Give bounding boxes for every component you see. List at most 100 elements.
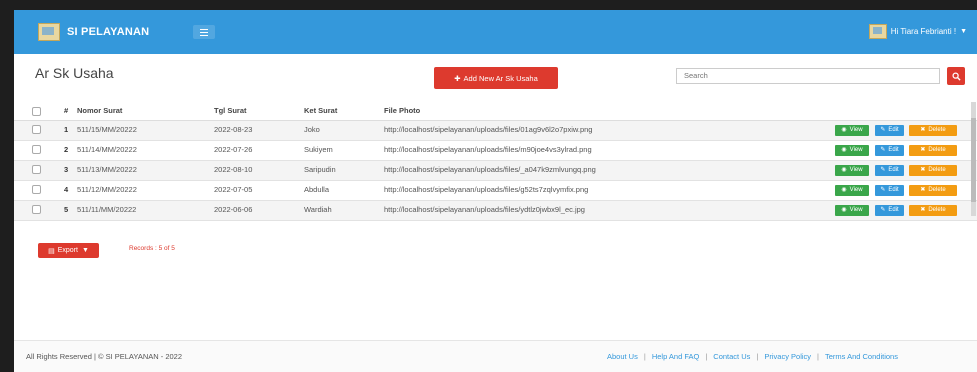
header-ket-surat[interactable]: Ket Surat	[304, 102, 337, 120]
file-photo-link[interactable]: http://localhost/sipelayanan/uploads/fil…	[384, 161, 596, 179]
delete-button[interactable]: ✖ Delete	[909, 165, 957, 176]
search-icon	[951, 71, 961, 81]
scrollbar-thumb[interactable]	[971, 118, 976, 202]
file-photo-link[interactable]: http://localhost/sipelayanan/uploads/fil…	[384, 181, 588, 199]
export-icon: ▤	[48, 247, 55, 255]
ket-surat: Saripudin	[304, 165, 336, 174]
close-icon: ✖	[920, 147, 926, 153]
brand-name: SI PELAYANAN	[67, 26, 150, 38]
search-input[interactable]	[676, 68, 940, 84]
menu-toggle-button[interactable]	[193, 25, 216, 39]
row-checkbox[interactable]	[32, 185, 41, 194]
ket-surat: Wardiah	[304, 205, 332, 214]
user-greeting: Hi Tiara Febrianti !	[890, 27, 957, 36]
edit-button[interactable]: ✎ Edit	[875, 185, 904, 196]
nomor-surat: 511/11/MM/20222	[77, 205, 137, 214]
file-photo-link[interactable]: http://localhost/sipelayanan/uploads/fil…	[384, 201, 585, 219]
edit-icon: ✎	[880, 147, 886, 153]
nomor-surat: 511/12/MM/20222	[77, 185, 137, 194]
search-button[interactable]	[947, 67, 965, 85]
header-num: #	[64, 106, 69, 115]
chevron-down-icon: ▼	[81, 247, 89, 254]
tgl-surat: 2022-07-05	[214, 185, 253, 194]
table-header: # Nomor Surat Tgl Surat Ket Surat File P…	[14, 102, 977, 121]
row-number: 4	[64, 185, 69, 194]
ket-surat: Abdulla	[304, 185, 330, 194]
delete-button[interactable]: ✖ Delete	[909, 185, 957, 196]
edit-button[interactable]: ✎ Edit	[875, 125, 904, 136]
header-tgl-surat[interactable]: Tgl Surat	[214, 102, 247, 120]
footer-link-privacy[interactable]: Privacy Policy	[764, 352, 811, 361]
view-button[interactable]: ◉ View	[835, 145, 869, 156]
eye-icon: ◉	[841, 187, 847, 193]
edit-button[interactable]: ✎ Edit	[875, 165, 904, 176]
row-number: 1	[64, 125, 69, 134]
app-logo-icon	[38, 23, 60, 41]
app-window: SI PELAYANAN Hi Tiara Febrianti ! ▼ Ar S…	[14, 10, 977, 372]
user-menu[interactable]: Hi Tiara Febrianti ! ▼	[868, 24, 967, 39]
tgl-surat: 2022-07-26	[214, 145, 253, 154]
hamburger-icon	[200, 28, 209, 30]
footer-link-contact[interactable]: Contact Us	[713, 352, 750, 361]
page-header: Ar Sk Usaha ✚ Add New Ar Sk Usaha	[14, 54, 977, 99]
view-button[interactable]: ◉ View	[835, 165, 869, 176]
view-button[interactable]: ◉ View	[835, 185, 869, 196]
row-number: 5	[64, 205, 69, 214]
tgl-surat: 2022-08-23	[214, 125, 253, 134]
edit-icon: ✎	[880, 127, 886, 133]
row-checkbox[interactable]	[32, 125, 41, 134]
file-photo-link[interactable]: http://localhost/sipelayanan/uploads/fil…	[384, 141, 592, 159]
tgl-surat: 2022-06-06	[214, 205, 253, 214]
header-nomor-surat[interactable]: Nomor Surat	[77, 102, 122, 120]
delete-button[interactable]: ✖ Delete	[909, 205, 957, 216]
file-photo-link[interactable]: http://localhost/sipelayanan/uploads/fil…	[384, 121, 592, 139]
table-scrollbar[interactable]	[971, 102, 976, 216]
brand[interactable]: SI PELAYANAN	[38, 23, 149, 41]
close-icon: ✖	[920, 127, 926, 133]
edit-button[interactable]: ✎ Edit	[875, 145, 904, 156]
add-new-button[interactable]: ✚ Add New Ar Sk Usaha	[434, 67, 558, 89]
edit-icon: ✎	[880, 187, 886, 193]
table-row: 1 511/15/MM/20222 2022-08-23 Joko http:/…	[14, 121, 977, 141]
footer-link-help[interactable]: Help And FAQ	[652, 352, 700, 361]
select-all-checkbox[interactable]	[32, 107, 41, 116]
eye-icon: ◉	[841, 167, 847, 173]
delete-button[interactable]: ✖ Delete	[909, 145, 957, 156]
eye-icon: ◉	[841, 147, 847, 153]
row-number: 2	[64, 145, 69, 154]
nomor-surat: 511/13/MM/20222	[77, 165, 137, 174]
row-checkbox[interactable]	[32, 165, 41, 174]
delete-button[interactable]: ✖ Delete	[909, 125, 957, 136]
eye-icon: ◉	[841, 207, 847, 213]
table-row: 4 511/12/MM/20222 2022-07-05 Abdulla htt…	[14, 181, 977, 201]
footer: All Rights Reserved | © SI PELAYANAN - 2…	[14, 340, 977, 372]
records-count: Records : 5 of 5	[129, 245, 175, 252]
footer-link-about[interactable]: About Us	[607, 352, 638, 361]
export-label: Export	[57, 247, 78, 254]
table-row: 3 511/13/MM/20222 2022-08-10 Saripudin h…	[14, 161, 977, 181]
view-button[interactable]: ◉ View	[835, 205, 869, 216]
data-table: # Nomor Surat Tgl Surat Ket Surat File P…	[14, 102, 977, 221]
table-body: 1 511/15/MM/20222 2022-08-23 Joko http:/…	[14, 121, 977, 221]
row-checkbox[interactable]	[32, 205, 41, 214]
eye-icon: ◉	[841, 127, 847, 133]
chevron-down-icon: ▼	[960, 28, 967, 35]
view-button[interactable]: ◉ View	[835, 125, 869, 136]
edit-icon: ✎	[880, 167, 886, 173]
nomor-surat: 511/15/MM/20222	[77, 125, 137, 134]
export-button[interactable]: ▤ Export ▼	[38, 243, 99, 258]
row-checkbox[interactable]	[32, 145, 41, 154]
plus-icon: ✚	[454, 73, 461, 83]
edit-button[interactable]: ✎ Edit	[875, 205, 904, 216]
ket-surat: Joko	[304, 125, 320, 134]
page-title: Ar Sk Usaha	[35, 65, 114, 81]
close-icon: ✖	[920, 187, 926, 193]
header-file-photo[interactable]: File Photo	[384, 102, 420, 120]
edit-icon: ✎	[880, 207, 886, 213]
footer-links: About Us | Help And FAQ | Contact Us | Privacy…	[607, 352, 898, 361]
ket-surat: Sukiyem	[304, 145, 333, 154]
table-row: 2 511/14/MM/20222 2022-07-26 Sukiyem htt…	[14, 141, 977, 161]
footer-link-terms[interactable]: Terms And Conditions	[825, 352, 898, 361]
close-icon: ✖	[920, 207, 926, 213]
nomor-surat: 511/14/MM/20222	[77, 145, 137, 154]
